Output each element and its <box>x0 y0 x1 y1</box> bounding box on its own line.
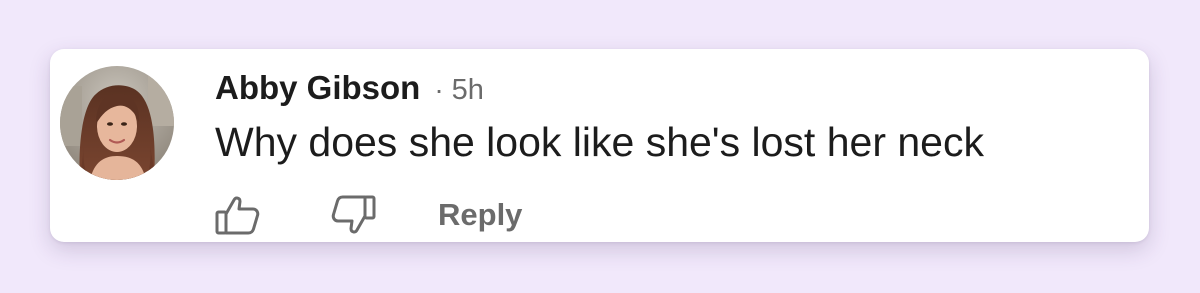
avatar[interactable] <box>60 66 174 180</box>
dislike-button[interactable] <box>328 190 378 240</box>
comment-header: Abby Gibson · 5h <box>215 69 484 109</box>
thumbs-down-icon <box>331 195 376 234</box>
comment-body: Why does she look like she's lost her ne… <box>215 119 984 165</box>
avatar-image <box>60 66 174 180</box>
comment-timestamp: 5h <box>451 74 484 106</box>
meta-separator: · <box>434 74 444 105</box>
thumbs-up-icon <box>215 196 260 235</box>
reply-button[interactable]: Reply <box>438 197 522 233</box>
author-name[interactable]: Abby Gibson <box>215 69 420 107</box>
like-button[interactable] <box>213 190 263 240</box>
comment-actions: Reply <box>213 190 522 240</box>
comment-card: Abby Gibson · 5h Why does she look like … <box>50 49 1149 242</box>
